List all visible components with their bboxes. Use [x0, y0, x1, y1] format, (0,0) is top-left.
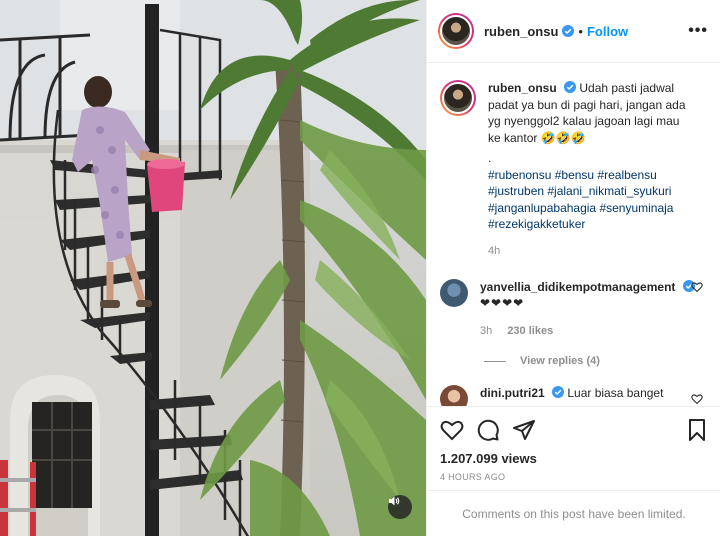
comment-author[interactable]: yanvellia_didikempotmanagement [480, 280, 675, 294]
speaker-icon [389, 496, 400, 506]
author-avatar[interactable] [438, 13, 474, 49]
commenter-avatar[interactable] [440, 385, 468, 406]
separator-dot: • [578, 23, 583, 39]
post-timestamp[interactable]: 4 HOURS AGO [440, 472, 709, 482]
follow-button[interactable]: Follow [587, 24, 628, 39]
like-comment-heart-icon[interactable] [691, 281, 703, 293]
bookmark-icon[interactable] [685, 418, 709, 442]
action-bar [440, 415, 709, 445]
view-replies-label: View replies (4) [520, 355, 600, 367]
caption-hashtags[interactable]: #rubenonsu #bensu #realbensu #justruben … [488, 167, 688, 233]
comment-item: dini.putri21 Luar biasa banget [440, 385, 707, 406]
post-caption: ruben_onsu Udah pasti jadwal padat ya bu… [440, 80, 707, 259]
post-header: ruben_onsu • Follow ••• [427, 0, 720, 63]
more-options-button[interactable]: ••• [688, 22, 708, 40]
caption-avatar[interactable] [440, 80, 476, 116]
verified-badge-icon [564, 81, 577, 93]
like-comment-heart-icon[interactable] [691, 393, 703, 405]
replies-line [484, 360, 506, 362]
video-frame-image [0, 0, 426, 536]
comment-bubble-icon[interactable] [476, 418, 500, 442]
comments-limited-notice: Comments on this post have been limited. [427, 490, 720, 536]
comment-item: yanvellia_didikempotmanagement ❤❤❤❤ 3h 2… [440, 279, 707, 339]
sound-toggle-button[interactable] [388, 495, 412, 519]
comment-likes[interactable]: 230 likes [507, 325, 553, 337]
caption-author[interactable]: ruben_onsu [488, 81, 557, 95]
comments-list[interactable]: ruben_onsu Udah pasti jadwal padat ya bu… [427, 64, 720, 406]
caption-time[interactable]: 4h [488, 243, 688, 260]
view-count[interactable]: 1.207.099 views [440, 451, 709, 466]
comment-meta: 3h 230 likes [480, 323, 695, 339]
commenter-avatar[interactable] [440, 279, 468, 307]
verified-badge-icon [552, 386, 565, 398]
verified-badge-icon [562, 25, 575, 37]
caption-dot: . [488, 151, 492, 165]
author-username[interactable]: ruben_onsu [484, 24, 558, 39]
comment-text: ❤❤❤❤ [480, 296, 525, 310]
post-video[interactable] [0, 0, 426, 536]
comment-time[interactable]: 3h [480, 325, 492, 337]
post-actions-area: 1.207.099 views 4 HOURS AGO [427, 406, 720, 482]
comment-author[interactable]: dini.putri21 [480, 386, 545, 400]
comment-text: Luar biasa banget [567, 386, 664, 400]
post-sidebar: ruben_onsu • Follow ••• ruben_onsu Udah … [426, 0, 720, 536]
view-replies-button[interactable]: View replies (4) [484, 355, 707, 367]
heart-icon[interactable] [440, 418, 464, 442]
paper-plane-icon[interactable] [512, 418, 536, 442]
